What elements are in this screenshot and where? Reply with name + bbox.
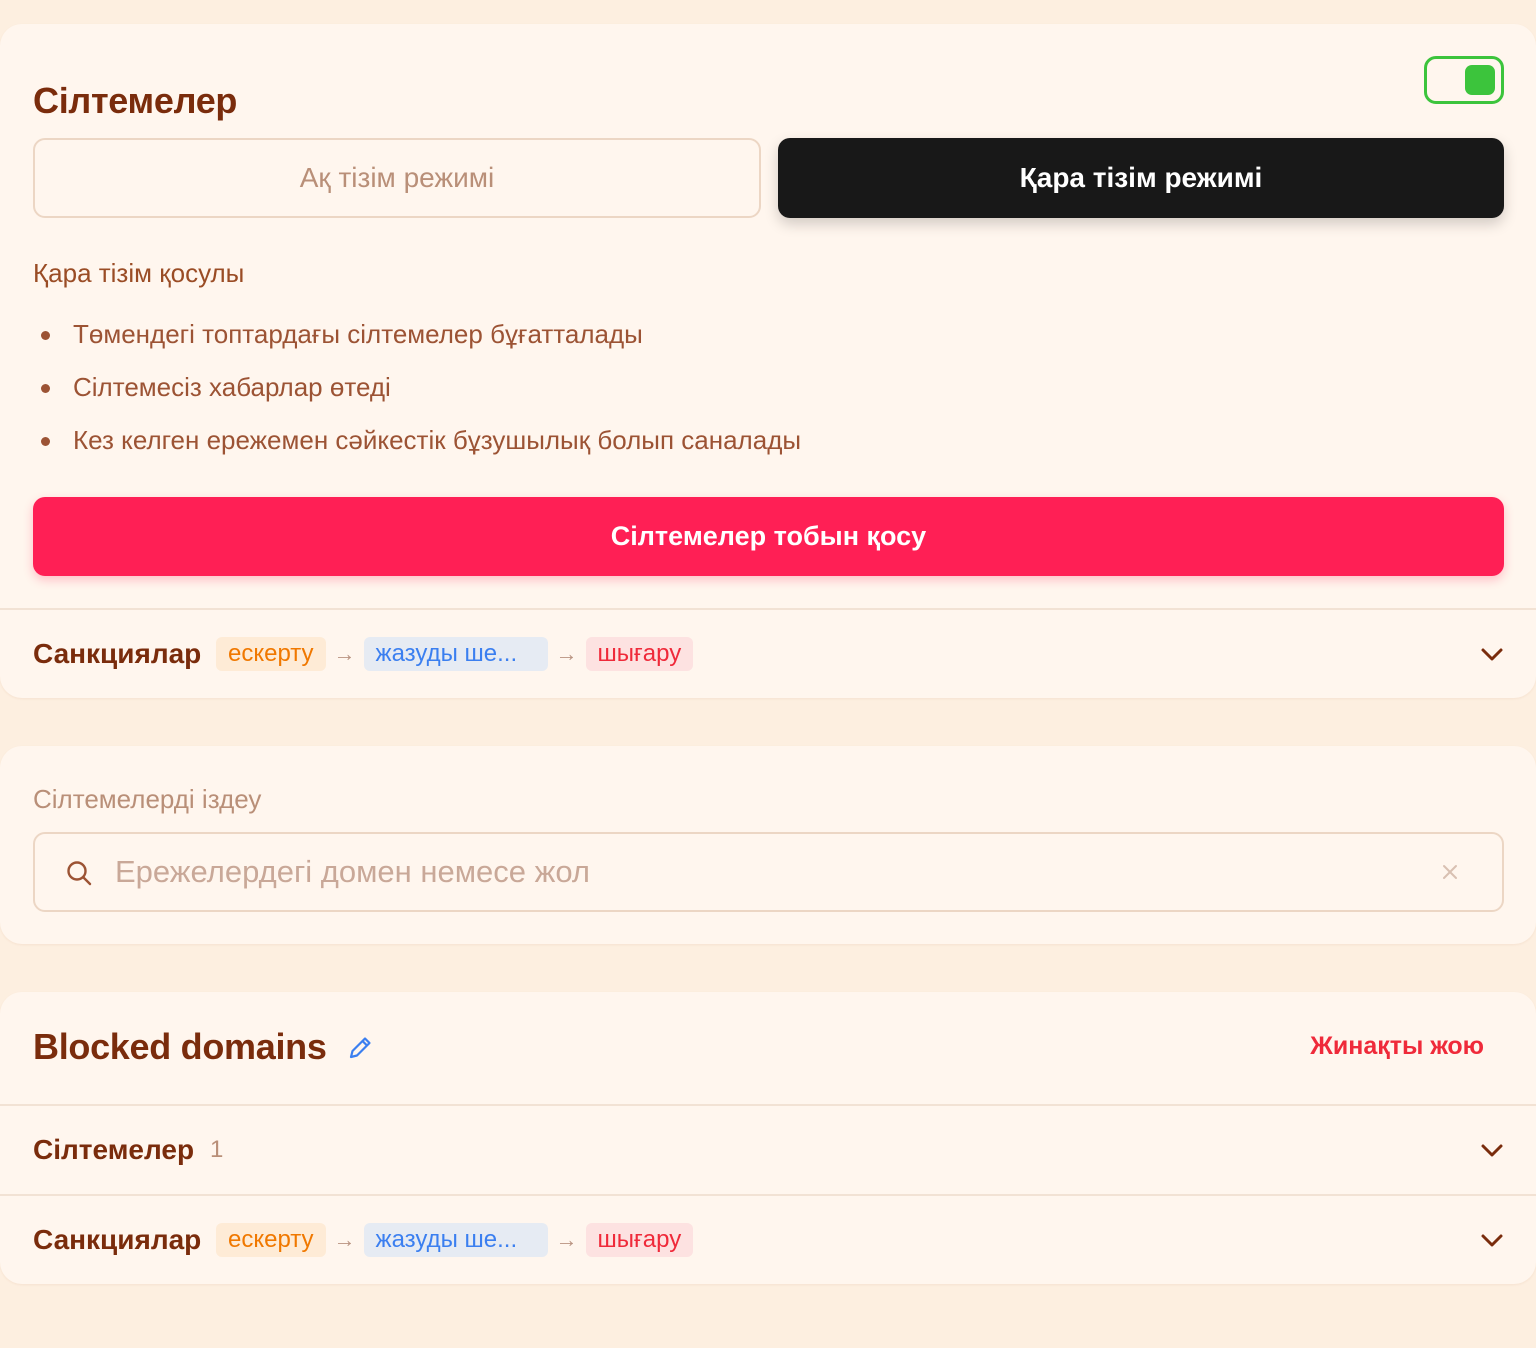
search-label: Сілтемелерді іздеу — [33, 784, 262, 814]
sanctions-chain: ескерту → жазуды ше... → шығару — [216, 1223, 694, 1257]
pencil-icon[interactable] — [346, 1034, 374, 1062]
links-count: 1 — [210, 1136, 224, 1163]
sanctions-label: Санкциялар — [33, 1224, 202, 1255]
add-link-group-button[interactable]: Сілтемелер тобын қосу — [33, 497, 1504, 576]
search-card: Сілтемелерді іздеу — [0, 746, 1536, 944]
arrow-right-icon: → — [333, 641, 356, 666]
mode-rule-item: Төмендегі топтардағы сілтемелер бұғаттал… — [33, 314, 801, 367]
sanction-warn-chip: ескерту — [216, 637, 326, 671]
arrow-right-icon: → — [333, 1227, 356, 1252]
mode-rule-item: Кез келген ережемен сәйкестік бұзушылық … — [33, 420, 801, 473]
search-icon — [67, 861, 92, 886]
sanction-mute-chip: жазуды ше... — [363, 1223, 548, 1257]
whitelist-mode-button[interactable]: Ақ тізім режимі — [33, 138, 761, 218]
links-card: Сілтемелер Ақ тізім режимі Қара тізім ре… — [0, 24, 1536, 698]
blacklist-mode-button[interactable]: Қара тізім режимі — [778, 138, 1504, 218]
chevron-down-icon[interactable] — [1480, 642, 1504, 666]
sanction-mute-chip: жазуды ше... — [363, 637, 548, 671]
links-row-label: Сілтемелер — [33, 1134, 195, 1165]
sanction-kick-chip: шығару — [585, 637, 694, 671]
chevron-down-icon[interactable] — [1480, 1228, 1504, 1252]
sanction-kick-chip: шығару — [585, 1223, 694, 1257]
sanctions-label: Санкциялар — [33, 638, 202, 669]
collection-card: Blocked domains Жинақты жою Сілтемелер 1… — [0, 992, 1536, 1284]
delete-collection-button[interactable]: Жинақты жою — [1310, 1032, 1484, 1061]
sanctions-row[interactable]: Санкциялар ескерту → жазуды ше... → шыға… — [0, 1196, 1536, 1284]
search-box — [33, 832, 1504, 912]
links-enabled-toggle[interactable] — [1424, 56, 1504, 104]
close-icon[interactable] — [1438, 860, 1462, 884]
sanctions-row[interactable]: Санкциялар ескерту → жазуды ше... → шыға… — [0, 610, 1536, 698]
sanctions-chain: ескерту → жазуды ше... → шығару — [216, 637, 694, 671]
mode-rule-item: Сілтемесіз хабарлар өтеді — [33, 367, 801, 420]
links-row[interactable]: Сілтемелер 1 — [0, 1106, 1536, 1194]
toggle-knob — [1465, 65, 1495, 95]
mode-status-text: Қара тізім қосулы — [33, 258, 245, 288]
arrow-right-icon: → — [555, 1227, 578, 1252]
sanction-warn-chip: ескерту — [216, 1223, 326, 1257]
search-input[interactable] — [115, 834, 1415, 910]
mode-rules-list: Төмендегі топтардағы сілтемелер бұғаттал… — [33, 314, 801, 473]
chevron-down-icon[interactable] — [1480, 1138, 1504, 1162]
arrow-right-icon: → — [555, 641, 578, 666]
links-title: Сілтемелер — [33, 80, 238, 121]
collection-title: Blocked domains — [33, 1026, 327, 1067]
